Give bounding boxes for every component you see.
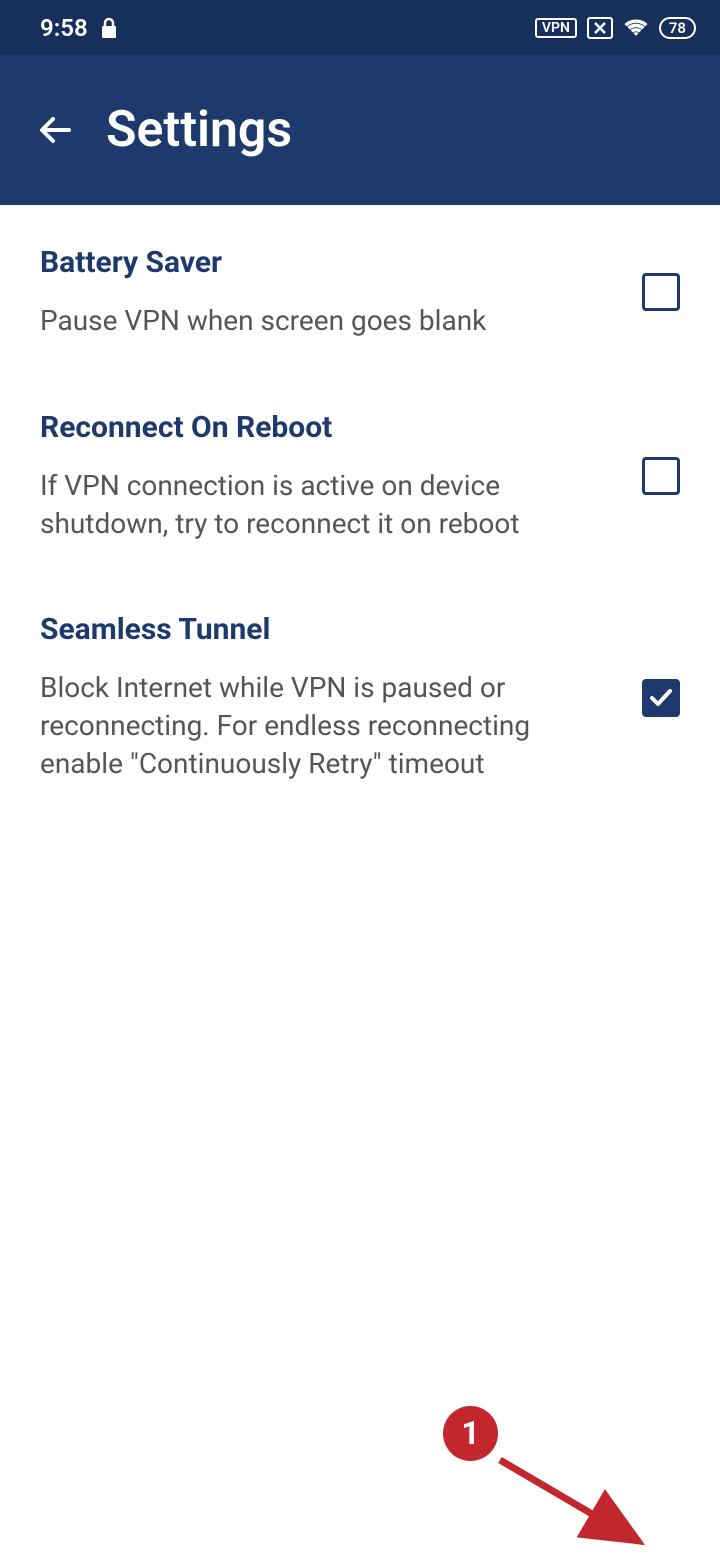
setting-description: Block Internet while VPN is paused or re… [40,669,602,782]
no-sim-icon [587,17,613,39]
setting-seamless-tunnel[interactable]: Seamless Tunnel Block Internet while VPN… [40,572,680,812]
app-bar: Settings [0,55,720,205]
setting-battery-saver[interactable]: Battery Saver Pause VPN when screen goes… [40,205,680,370]
setting-description: If VPN connection is active on device sh… [40,467,602,543]
setting-text: Battery Saver Pause VPN when screen goes… [40,245,602,340]
setting-text: Seamless Tunnel Block Internet while VPN… [40,612,602,782]
status-right: VPN 78 [535,17,696,39]
checkbox-battery-saver[interactable] [642,273,680,311]
setting-title: Reconnect On Reboot [40,410,602,445]
wifi-icon [623,18,649,38]
back-button[interactable] [36,110,76,150]
annotation-badge: 1 [443,1406,498,1461]
settings-list: Battery Saver Pause VPN when screen goes… [0,205,720,813]
status-bar: 9:58 VPN 78 [0,0,720,55]
status-time: 9:58 [40,14,88,42]
page-title: Settings [106,101,292,159]
lock-icon [100,17,118,39]
checkbox-seamless-tunnel[interactable] [642,679,680,717]
status-left: 9:58 [40,14,118,42]
annotation-arrow-icon [485,1448,665,1568]
setting-text: Reconnect On Reboot If VPN connection is… [40,410,602,543]
setting-reconnect-reboot[interactable]: Reconnect On Reboot If VPN connection is… [40,370,680,573]
vpn-indicator: VPN [535,18,577,38]
setting-title: Seamless Tunnel [40,612,602,647]
battery-indicator: 78 [659,17,696,39]
checkbox-reconnect-reboot[interactable] [642,457,680,495]
setting-title: Battery Saver [40,245,602,280]
setting-description: Pause VPN when screen goes blank [40,302,602,340]
